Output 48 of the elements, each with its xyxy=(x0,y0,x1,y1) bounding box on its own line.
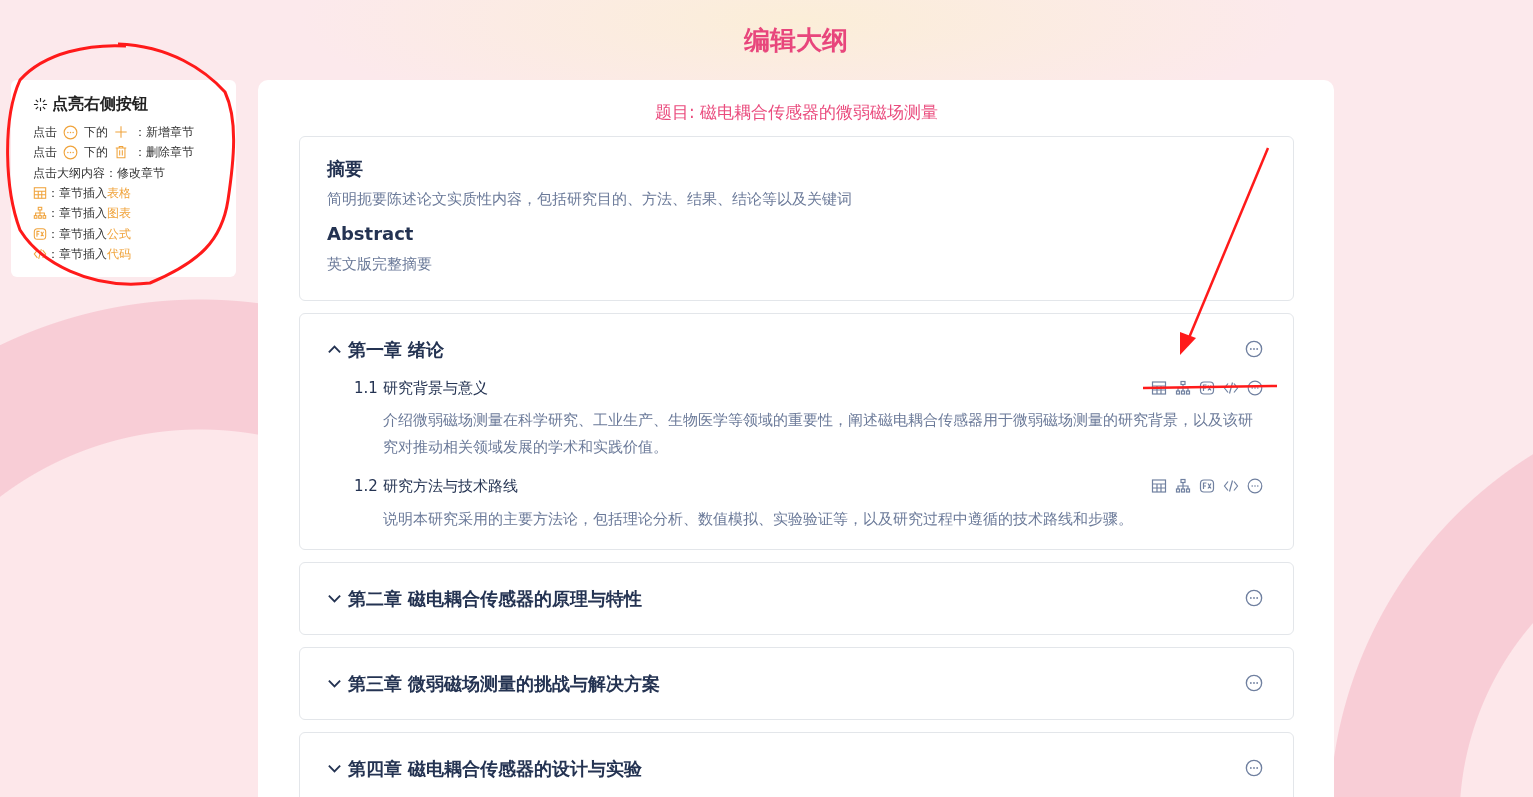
more-icon[interactable] xyxy=(1245,340,1263,358)
abstract-heading: 摘要 xyxy=(327,156,364,181)
help-text: 点击 xyxy=(33,144,57,162)
section-text: 说明本研究采用的主要方法论，包括理论分析、数值模拟、实验验证等，以及研究过程中遵循的技术路线和步骤。 xyxy=(382,508,1134,530)
formula-icon[interactable] xyxy=(1199,379,1215,396)
help-text: ：章节插入图表 xyxy=(47,205,131,223)
table-icon[interactable] xyxy=(1151,379,1167,396)
more-icon[interactable] xyxy=(1247,478,1263,495)
hierarchy-icon[interactable] xyxy=(1175,379,1191,396)
chapter-title[interactable]: 第二章 磁电耦合传感器的原理与特性 xyxy=(348,584,643,612)
help-text: ：新增章节 xyxy=(134,124,194,142)
abstract-text: 英文版完整摘要 xyxy=(327,254,433,275)
table-icon[interactable] xyxy=(1151,478,1167,495)
hierarchy-icon xyxy=(33,206,47,221)
table-icon xyxy=(33,186,47,201)
plus-icon xyxy=(114,125,128,140)
abstract-text: 简明扼要陈述论文实质性内容，包括研究目的、方法、结果、结论等以及关键词 xyxy=(327,188,853,210)
code-icon[interactable] xyxy=(1223,379,1239,396)
code-icon xyxy=(33,246,47,261)
more-icon[interactable] xyxy=(1247,379,1263,396)
topic-title: 题目: 磁电耦合传感器的微弱磁场测量 xyxy=(653,101,940,124)
more-icon[interactable] xyxy=(1245,589,1263,607)
formula-icon[interactable] xyxy=(1199,478,1215,495)
trash-icon xyxy=(114,145,128,160)
page-title: 编辑大纲 xyxy=(743,23,849,57)
hierarchy-icon[interactable] xyxy=(1175,478,1191,495)
formula-icon xyxy=(33,226,47,241)
more-icon[interactable] xyxy=(1245,759,1263,777)
chapter-title[interactable]: 第一章 绪论 xyxy=(348,335,445,363)
section-text: 介绍微弱磁场测量在科学研究、工业生产、生物医学等领域的重要性，阐述磁电耦合传感器用于微弱磁场测量的研究背景，以及该研究对推动相关领域发展的学术和实践价值。 xyxy=(382,410,1254,458)
more-icon xyxy=(63,124,78,140)
section-title[interactable]: 1.2 研究方法与技术路线 xyxy=(354,475,518,498)
more-icon xyxy=(63,144,78,160)
help-text: ：删除章节 xyxy=(134,144,194,162)
section-title[interactable]: 1.1 研究背景与意义 xyxy=(354,376,488,399)
abstract-heading: Abstract xyxy=(327,222,415,246)
help-text: ：章节插入表格 xyxy=(47,185,131,203)
help-text: ：章节插入代码 xyxy=(47,245,131,263)
chapter-title[interactable]: 第四章 磁电耦合传感器的设计与实验 xyxy=(348,754,643,782)
more-icon[interactable] xyxy=(1245,674,1263,692)
help-text: ：章节插入公式 xyxy=(47,225,131,243)
help-text: 下的 xyxy=(84,144,108,162)
help-title: 点亮右侧按钮 xyxy=(52,93,148,115)
help-text: 点击 xyxy=(33,124,57,142)
chapter-title[interactable]: 第三章 微弱磁场测量的挑战与解决方案 xyxy=(348,669,661,697)
help-text: 点击大纲内容：修改章节 xyxy=(33,164,165,182)
sparkle-icon xyxy=(33,96,48,112)
help-text: 下的 xyxy=(84,124,108,142)
